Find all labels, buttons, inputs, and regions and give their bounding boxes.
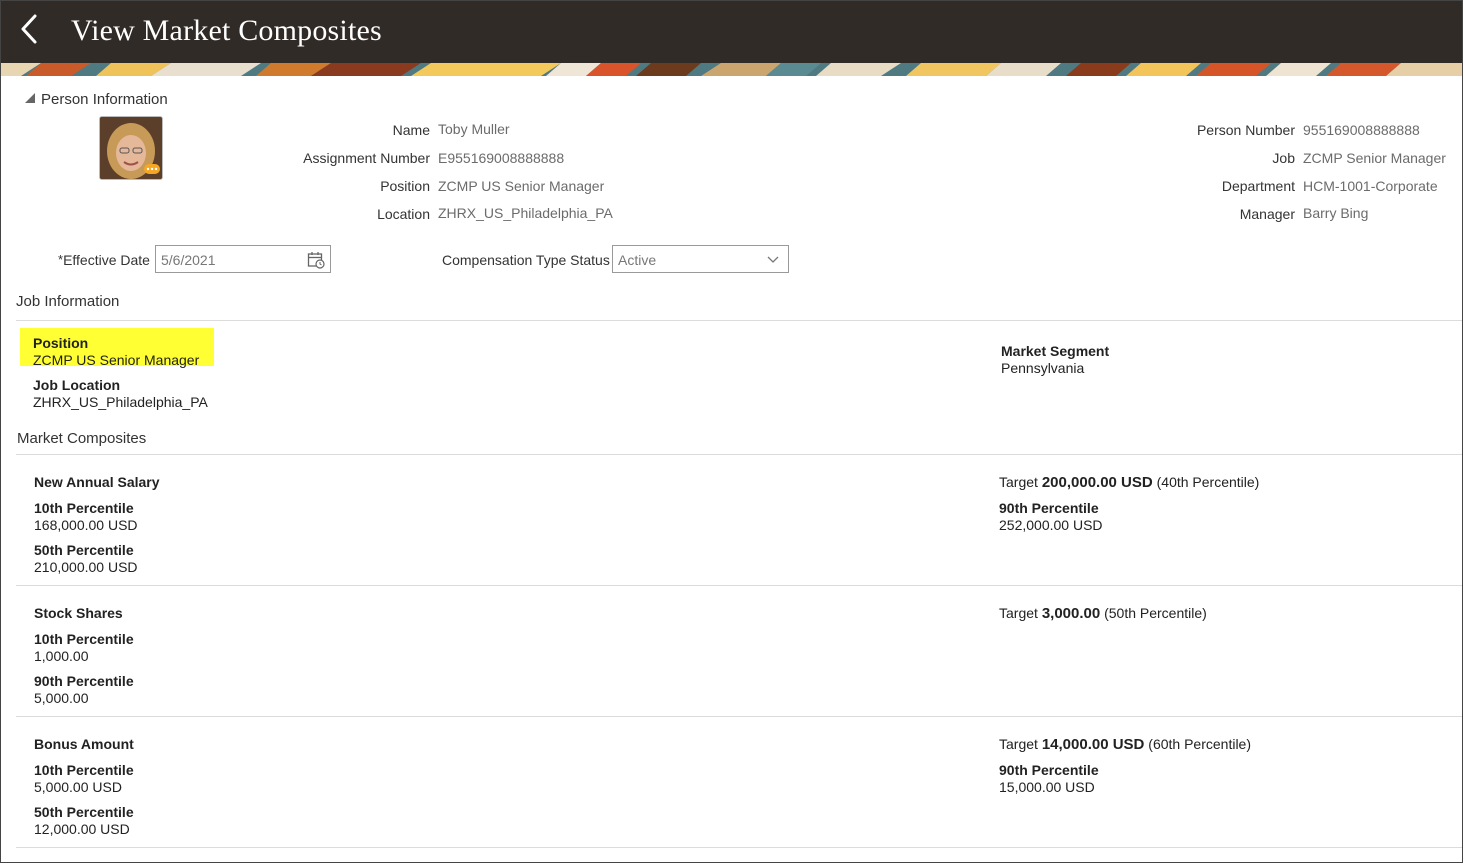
assignment-number-value: E955169008888888 (438, 150, 565, 166)
composite-target: Target 200,000.00 USD (40th Percentile) (999, 474, 1260, 491)
position-value: ZCMP US Senior Manager (438, 178, 605, 194)
percentile-label: 50th Percentile (34, 804, 134, 820)
page-header: View Market Composites (1, 1, 1462, 63)
percentile-value: 5,000.00 (34, 690, 89, 706)
market-composites-divider (16, 454, 1462, 455)
effective-date-value: 5/6/2021 (161, 252, 216, 268)
percentile-label: 90th Percentile (999, 500, 1099, 516)
page-title: View Market Composites (71, 14, 382, 47)
job-info-title: Job Information (16, 293, 120, 310)
percentile-value: 210,000.00 USD (34, 559, 138, 575)
manager-label: Manager (1239, 206, 1295, 222)
composite-target: Target 14,000.00 USD (60th Percentile) (999, 736, 1251, 753)
triangle-down-icon (25, 93, 35, 103)
percentile-label: 90th Percentile (999, 762, 1099, 778)
percentile-label: 10th Percentile (34, 762, 134, 778)
percentile-value: 12,000.00 USD (34, 821, 130, 837)
percentile-label: 10th Percentile (34, 631, 134, 647)
comp-type-status-label: Compensation Type Status (442, 252, 610, 268)
calendar-icon[interactable] (307, 251, 325, 269)
department-label: Department (1221, 178, 1295, 194)
comp-type-status-select[interactable]: Active (612, 245, 789, 273)
person-number-value: 955169008888888 (1303, 122, 1420, 138)
name-value: Toby Muller (438, 121, 510, 137)
location-label: Location (377, 206, 430, 222)
chevron-down-icon (767, 256, 779, 263)
percentile-label: 50th Percentile (34, 542, 134, 558)
effective-date-label: *Effective Date (58, 252, 150, 268)
effective-date-input[interactable]: 5/6/2021 (155, 245, 331, 273)
market-segment-value: Pennsylvania (1001, 360, 1085, 376)
person-number-label: Person Number (1196, 122, 1295, 138)
group-divider (16, 585, 1462, 586)
percentile-value: 252,000.00 USD (999, 517, 1103, 533)
job-value: ZCMP Senior Manager (1303, 150, 1446, 166)
manager-value: Barry Bing (1303, 205, 1369, 221)
percentile-value: 168,000.00 USD (34, 517, 138, 533)
name-label: Name (392, 122, 430, 138)
composite-group-name: New Annual Salary (34, 474, 160, 490)
job-position-label: Position (33, 335, 89, 351)
job-label: Job (1272, 150, 1295, 166)
back-button[interactable] (15, 13, 45, 47)
market-segment-label: Market Segment (1001, 343, 1110, 359)
location-value: ZHRX_US_Philadelphia_PA (438, 205, 613, 221)
decorative-banner (1, 63, 1462, 76)
chevron-left-icon (21, 14, 37, 44)
job-location-value: ZHRX_US_Philadelphia_PA (33, 394, 208, 410)
group-divider (16, 716, 1462, 717)
percentile-label: 10th Percentile (34, 500, 134, 516)
percentile-value: 1,000.00 (34, 648, 89, 664)
job-position-value: ZCMP US Senior Manager (33, 352, 200, 368)
market-composites-title: Market Composites (17, 430, 147, 447)
avatar[interactable] (99, 116, 163, 180)
person-info-title: Person Information (41, 91, 168, 108)
job-info-divider (16, 320, 1462, 321)
percentile-value: 15,000.00 USD (999, 779, 1095, 795)
group-divider (16, 847, 1462, 848)
percentile-value: 5,000.00 USD (34, 779, 122, 795)
composite-target: Target 3,000.00 (50th Percentile) (999, 605, 1207, 622)
composite-group-name: Stock Shares (34, 605, 123, 621)
assignment-number-label: Assignment Number (303, 150, 430, 166)
position-label: Position (380, 178, 430, 194)
job-location-label: Job Location (33, 377, 121, 393)
comp-type-status-value: Active (618, 252, 657, 268)
composite-group-name: Bonus Amount (34, 736, 134, 752)
percentile-label: 90th Percentile (34, 673, 134, 689)
department-value: HCM-1001-Corporate (1303, 178, 1438, 194)
